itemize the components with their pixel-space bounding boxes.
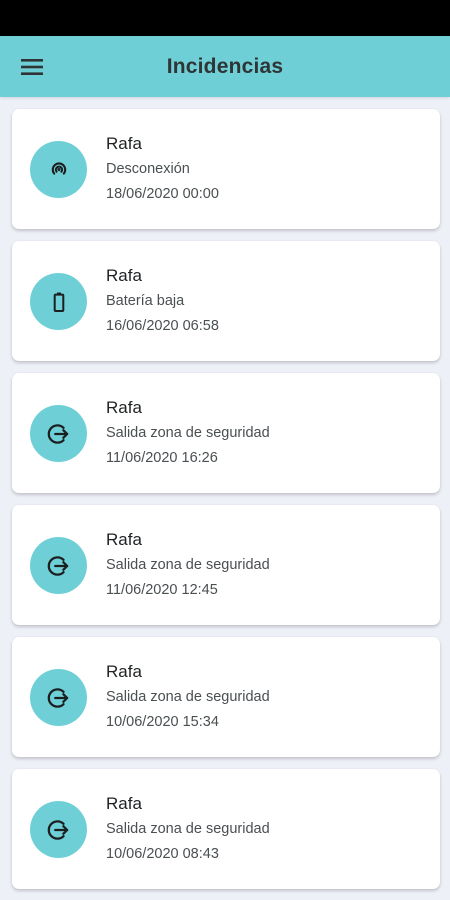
menu-button[interactable] <box>17 53 47 81</box>
battery-low-icon <box>53 292 64 312</box>
incident-person: Rafa <box>106 398 142 417</box>
incident-avatar <box>30 405 87 462</box>
incident-datetime: 10/06/2020 08:43 <box>106 846 219 862</box>
incident-person: Rafa <box>106 794 142 813</box>
incident-card[interactable]: Rafa Batería baja 16/06/2020 06:58 <box>12 241 440 361</box>
incident-type: Salida zona de seguridad <box>106 821 270 837</box>
incident-avatar <box>30 669 87 726</box>
incident-card[interactable]: Rafa Salida zona de seguridad 10/06/2020… <box>12 769 440 889</box>
page-title: Incidencias <box>166 55 284 78</box>
incident-card[interactable]: Rafa Salida zona de seguridad 11/06/2020… <box>12 373 440 493</box>
incident-type: Desconexión <box>106 161 190 177</box>
incident-type: Batería baja <box>106 293 185 309</box>
incident-person: Rafa <box>106 530 142 549</box>
incident-type: Salida zona de seguridad <box>106 557 270 573</box>
incident-avatar <box>30 141 87 198</box>
incident-avatar <box>30 801 87 858</box>
incident-card[interactable]: Rafa Salida zona de seguridad 11/06/2020… <box>12 505 440 625</box>
incident-datetime: 11/06/2020 16:26 <box>106 450 218 466</box>
exit-zone-icon <box>47 555 68 576</box>
exit-zone-icon <box>47 423 68 444</box>
incident-datetime: 10/06/2020 15:34 <box>106 714 219 730</box>
incident-person: Rafa <box>106 134 142 153</box>
incident-person: Rafa <box>106 266 142 285</box>
incident-person: Rafa <box>106 662 142 681</box>
incident-card[interactable]: Rafa Desconexión 18/06/2020 00:00 <box>12 109 440 229</box>
incident-avatar <box>30 273 87 330</box>
exit-zone-icon <box>47 687 68 708</box>
incident-datetime: 18/06/2020 00:00 <box>106 186 219 202</box>
signal-disconnect-icon <box>51 161 66 175</box>
app-bar: Incidencias <box>0 36 450 97</box>
exit-zone-icon <box>47 819 68 840</box>
incident-type: Salida zona de seguridad <box>106 425 270 441</box>
incident-datetime: 16/06/2020 06:58 <box>106 318 219 334</box>
incident-datetime: 11/06/2020 12:45 <box>106 582 218 598</box>
status-bar <box>0 0 450 36</box>
incident-avatar <box>30 537 87 594</box>
hamburger-menu-icon <box>21 59 43 75</box>
incident-type: Salida zona de seguridad <box>106 689 270 705</box>
incident-card[interactable]: Rafa Salida zona de seguridad 10/06/2020… <box>12 637 440 757</box>
